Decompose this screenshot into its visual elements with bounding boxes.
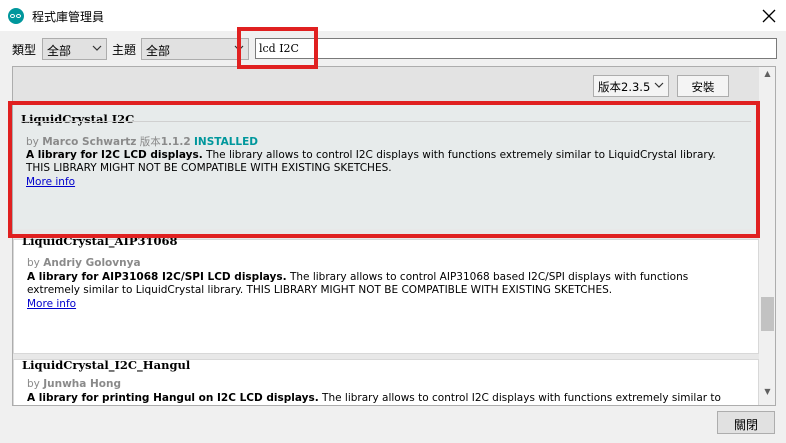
selection-highlight-box — [8, 101, 760, 238]
close-button[interactable]: 關閉 — [717, 411, 775, 434]
filter-bar: 類型 全部 主題 全部 lcd I2C — [0, 31, 786, 64]
topic-select-value: 全部 — [146, 44, 171, 58]
library-item-liquidcrystal-i2c-hangul[interactable]: LiquidCrystal_I2C_Hangul by Junwha Hong … — [13, 358, 759, 405]
chevron-down-icon — [92, 45, 102, 51]
vertical-scrollbar[interactable]: ▲ ▼ — [759, 67, 775, 405]
more-info-link[interactable]: More info — [27, 298, 76, 310]
window-title: 程式庫管理員 — [32, 10, 105, 24]
library-item-liquidcrystal-aip31068[interactable]: LiquidCrystal_AIP31068 by Andriy Golovny… — [13, 234, 759, 354]
scroll-down-icon[interactable]: ▼ — [759, 387, 775, 403]
scroll-up-icon[interactable]: ▲ — [759, 69, 775, 85]
version-select-value: 版本2.3.5 — [598, 80, 651, 94]
library-description: A library for printing Hangul on I2C LCD… — [27, 392, 721, 404]
chevron-down-icon — [654, 82, 664, 88]
library-description: A library for AIP31068 I2C/SPI LCD displ… — [27, 271, 689, 296]
search-highlight-box — [237, 27, 318, 69]
version-select[interactable]: 版本2.3.5 — [593, 75, 669, 97]
install-button[interactable]: 安裝 — [677, 75, 729, 97]
window-close-button[interactable] — [752, 0, 786, 31]
type-select[interactable]: 全部 — [42, 38, 107, 60]
close-icon — [762, 9, 776, 22]
library-meta: by Andriy Golovnya — [27, 257, 141, 269]
install-toolbar: 版本2.3.5 安裝 — [13, 67, 759, 103]
library-meta: by Junwha Hong — [27, 378, 121, 390]
library-name: LiquidCrystal_I2C_Hangul — [22, 358, 191, 372]
arduino-logo-icon — [8, 8, 24, 24]
type-select-value: 全部 — [47, 44, 72, 58]
scrollbar-thumb[interactable] — [761, 297, 774, 331]
topic-label: 主題 — [112, 43, 137, 57]
type-label: 類型 — [12, 43, 37, 57]
search-input[interactable]: lcd I2C — [255, 38, 777, 59]
topic-select[interactable]: 全部 — [141, 38, 249, 60]
title-bar: 程式庫管理員 — [0, 0, 786, 31]
